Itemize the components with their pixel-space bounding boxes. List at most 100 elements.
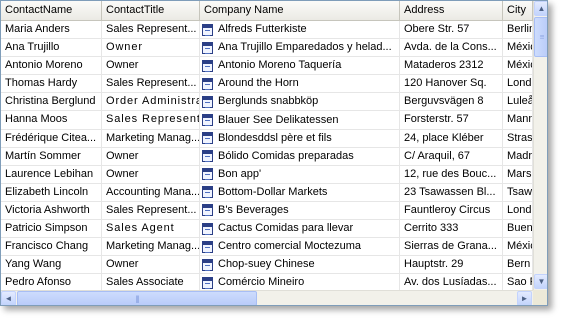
cell-city[interactable]: México xyxy=(503,238,533,256)
cell-company-name[interactable]: Antonio Moreno Taquería xyxy=(200,57,400,75)
cell-company-name[interactable]: B's Beverages xyxy=(200,201,400,220)
cell-contact-title[interactable]: Order Administra... xyxy=(102,93,200,111)
table-row[interactable]: Christina BerglundOrder Administra... Ber… xyxy=(1,93,533,112)
cell-contact-name[interactable]: Frédérique Citea... xyxy=(1,129,102,147)
cell-contact-title[interactable]: Owner xyxy=(102,39,200,57)
table-row[interactable]: Thomas Hardy Sales Represent... Around the… xyxy=(1,75,533,94)
cell-company-name[interactable]: Comércio Mineiro xyxy=(200,274,400,292)
cell-city[interactable]: Madrid xyxy=(503,147,533,165)
cell-contact-name[interactable]: Ana Trujillo xyxy=(1,39,102,57)
column-header-address[interactable]: Address xyxy=(400,1,503,20)
cell-contact-name[interactable]: Laurence Lebihan xyxy=(1,165,102,183)
cell-company-name[interactable]: Centro comercial Moctezuma xyxy=(200,238,400,256)
cell-address[interactable]: C/ Araquil, 67 xyxy=(400,147,503,165)
cell-contact-title[interactable]: Owner xyxy=(102,165,200,183)
cell-contact-title[interactable]: Sales Represent... xyxy=(102,201,200,220)
cell-address[interactable]: Berguvsvägen 8 xyxy=(400,93,503,111)
cell-contact-name[interactable]: Hanna Moos xyxy=(1,111,102,129)
table-row[interactable]: Patricio Simpson Sales Agent Cactus Comida… xyxy=(1,220,533,239)
cell-address[interactable]: Av. dos Lusíadas... xyxy=(400,274,503,292)
cell-company-name[interactable]: Alfreds Futterkiste xyxy=(200,21,400,39)
cell-company-name[interactable]: Bottom-Dollar Markets xyxy=(200,183,400,201)
cell-contact-name[interactable]: Antonio Moreno xyxy=(1,57,102,75)
cell-address[interactable]: Obere Str. 57 xyxy=(400,21,503,39)
cell-contact-name[interactable]: Christina Berglund xyxy=(1,93,102,111)
cell-contact-title[interactable]: Owner xyxy=(102,256,200,274)
table-row[interactable]: Victoria Ashworth Sales Represent... B's B… xyxy=(1,201,533,221)
cell-contact-name[interactable]: Victoria Ashworth xyxy=(1,201,102,220)
scroll-up-button[interactable]: ▲ xyxy=(534,1,547,16)
cell-address[interactable]: Sierras de Grana... xyxy=(400,238,503,256)
cell-contact-name[interactable]: Yang Wang xyxy=(1,256,102,274)
cell-company-name[interactable]: Ana Trujillo Emparedados y helad... xyxy=(200,39,400,57)
cell-address[interactable]: Avda. de la Cons... xyxy=(400,39,503,57)
cell-contact-title[interactable]: Sales Represent... xyxy=(102,75,200,93)
cell-city[interactable]: Luleå xyxy=(503,93,533,111)
vertical-scroll-thumb[interactable]: ≡ xyxy=(534,17,547,57)
cell-contact-title[interactable]: Sales Associate xyxy=(102,274,200,292)
table-row[interactable]: Maria Anders Sales Represent... Alfreds Fu… xyxy=(1,21,533,40)
cell-company-name[interactable]: Bon app' xyxy=(200,165,400,183)
table-row[interactable]: Francisco Chang Marketing Manag... Centro … xyxy=(1,238,533,257)
column-header-city[interactable]: City xyxy=(503,1,533,20)
cell-contact-title[interactable]: Marketing Manag... xyxy=(102,129,200,147)
table-row[interactable]: Hanna MoosSales Represent... Blauer See D… xyxy=(1,111,533,130)
cell-contact-title[interactable]: Sales Agent xyxy=(102,220,200,238)
cell-contact-title[interactable]: Sales Represent... xyxy=(102,21,200,39)
vertical-scrollbar[interactable]: ▲ ≡ ▼ xyxy=(533,1,547,290)
scroll-left-button[interactable]: ◄ xyxy=(1,291,16,305)
cell-company-name[interactable]: Around the Horn xyxy=(200,75,400,93)
cell-address[interactable]: Hauptstr. 29 xyxy=(400,256,503,274)
table-row[interactable]: Yang Wang Owner Chop-suey Chinese Hauptstr.… xyxy=(1,256,533,275)
table-row[interactable]: Martín Sommer Owner Bólido Comidas prepara… xyxy=(1,147,533,166)
column-header-contacttitle[interactable]: ContactTitle xyxy=(102,1,200,20)
cell-address[interactable]: Fauntleroy Circus xyxy=(400,201,503,220)
cell-contact-name[interactable]: Maria Anders xyxy=(1,21,102,39)
cell-contact-name[interactable]: Patricio Simpson xyxy=(1,220,102,238)
cell-city[interactable]: Mannheim xyxy=(503,111,533,129)
cell-city[interactable]: Berlin xyxy=(503,21,533,39)
scroll-right-button[interactable]: ► xyxy=(517,291,532,305)
cell-city[interactable]: Sao Paulo xyxy=(503,274,533,292)
cell-contact-title[interactable]: Sales Represent... xyxy=(102,111,200,129)
cell-company-name[interactable]: Bólido Comidas preparadas xyxy=(200,147,400,165)
scroll-down-button[interactable]: ▼ xyxy=(534,274,547,289)
cell-address[interactable]: Mataderos 2312 xyxy=(400,57,503,75)
cell-contact-name[interactable]: Thomas Hardy xyxy=(1,75,102,93)
cell-contact-name[interactable]: Pedro Afonso xyxy=(1,274,102,292)
cell-contact-title[interactable]: Owner xyxy=(102,147,200,165)
cell-company-name[interactable]: Berglunds snabbköp xyxy=(200,93,400,111)
table-row[interactable]: Frédérique Citea... Marketing Manag... Blo… xyxy=(1,129,533,148)
cell-company-name[interactable]: Blondesddsl père et fils xyxy=(200,129,400,147)
horizontal-scrollbar[interactable]: ◄ ||| ► xyxy=(1,290,533,305)
horizontal-scroll-thumb[interactable]: ||| xyxy=(17,291,257,305)
cell-address[interactable]: 23 Tsawassen Bl... xyxy=(400,183,503,201)
cell-contact-name[interactable]: Elizabeth Lincoln xyxy=(1,183,102,201)
cell-address[interactable]: 12, rue des Bouc... xyxy=(400,165,503,183)
cell-city[interactable]: Tsawassen xyxy=(503,183,533,201)
cell-city[interactable]: Buenos Aires xyxy=(503,220,533,238)
cell-city[interactable]: Bern xyxy=(503,256,533,274)
cell-city[interactable]: Marseille xyxy=(503,165,533,183)
cell-address[interactable]: Cerrito 333 xyxy=(400,220,503,238)
cell-contact-name[interactable]: Francisco Chang xyxy=(1,238,102,256)
cell-contact-title[interactable]: Owner xyxy=(102,57,200,75)
cell-contact-title[interactable]: Accounting Mana... xyxy=(102,183,200,201)
cell-city[interactable]: London xyxy=(503,201,533,220)
cell-city[interactable]: México xyxy=(503,57,533,75)
table-row[interactable]: Elizabeth Lincoln Accounting Mana... Botto… xyxy=(1,183,533,202)
cell-contact-name[interactable]: Martín Sommer xyxy=(1,147,102,165)
cell-city[interactable]: London xyxy=(503,75,533,93)
table-row[interactable]: Ana Trujillo Owner Ana Trujillo Emparedado… xyxy=(1,39,533,58)
cell-company-name[interactable]: Blauer See Delikatessen xyxy=(200,111,400,129)
cell-city[interactable]: Strasbourg xyxy=(503,129,533,147)
cell-city[interactable]: México xyxy=(503,39,533,57)
cell-company-name[interactable]: Cactus Comidas para llevar xyxy=(200,220,400,238)
cell-address[interactable]: 120 Hanover Sq. xyxy=(400,75,503,93)
table-row[interactable]: Laurence Lebihan Owner Bon app' 12, rue des… xyxy=(1,165,533,184)
cell-contact-title[interactable]: Marketing Manag... xyxy=(102,238,200,256)
cell-address[interactable]: Forsterstr. 57 xyxy=(400,111,503,129)
column-header-company-name[interactable]: Company Name xyxy=(200,1,400,20)
table-row[interactable]: Antonio Moreno Owner Antonio Moreno Taquer… xyxy=(1,57,533,76)
column-header-contactname[interactable]: ContactName xyxy=(1,1,102,20)
